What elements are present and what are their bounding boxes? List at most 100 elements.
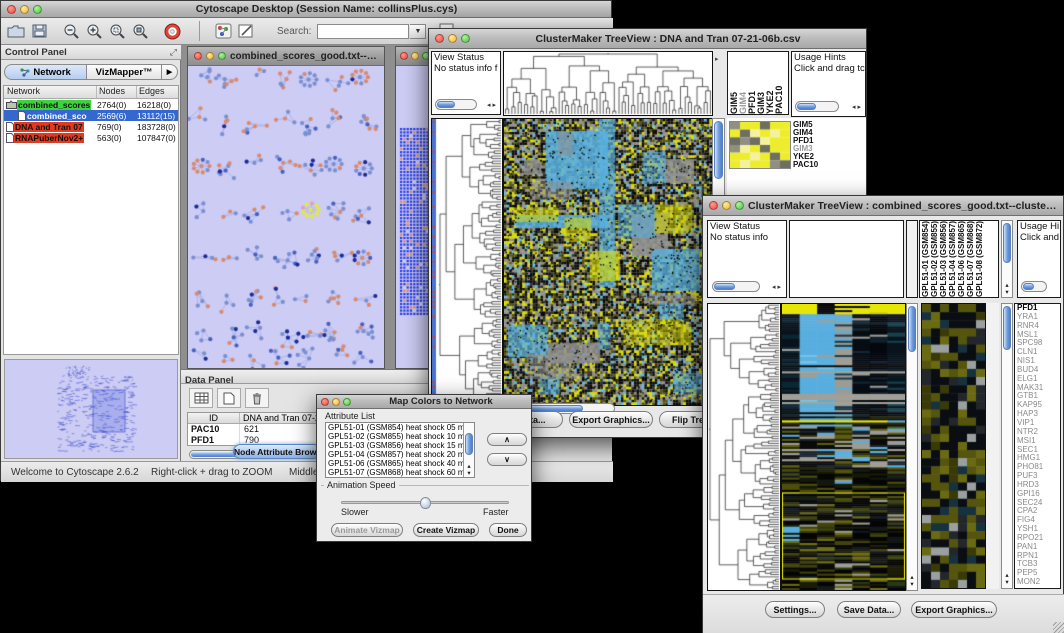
tab-overflow-icon[interactable]: ▶ (162, 64, 178, 80)
zoom-icon[interactable] (33, 5, 42, 14)
float-panel-icon[interactable]: ⤢ (170, 47, 181, 58)
node-attribute-browser-button[interactable]: Node Attribute Brows (233, 444, 321, 459)
treeview1-heatmap[interactable] (503, 118, 713, 406)
view-status-hscrollbar[interactable] (712, 281, 760, 292)
vscroll-arrows-icon[interactable]: ▴▾ (1002, 282, 1012, 296)
zoom-icon[interactable] (343, 398, 351, 406)
treeview1-zoom-heatmap[interactable] (729, 121, 791, 169)
select-attributes-icon[interactable] (189, 388, 213, 408)
vscroll-arrows-icon[interactable]: ▴▾ (907, 574, 917, 588)
zoom-out-icon[interactable] (60, 21, 82, 41)
hscroll-arrows-icon[interactable]: ◂▸ (852, 103, 863, 111)
treeview2-labels-vscrollbar[interactable]: ▴▾ (1001, 220, 1013, 298)
move-down-button[interactable]: ∨ (487, 453, 527, 466)
treeview2-heatmap[interactable] (781, 303, 906, 591)
hscroll-arrows-icon[interactable]: ◂▸ (772, 283, 783, 291)
treeview1-title-bar[interactable]: ClusterMaker TreeView : DNA and Tran 07-… (429, 29, 866, 49)
vscroll-arrows-icon[interactable]: ▴▾ (1002, 572, 1012, 586)
close-icon[interactable] (194, 52, 202, 60)
treeview2-row-dendrogram[interactable] (707, 303, 781, 591)
resize-grip[interactable] (1053, 622, 1064, 633)
minimize-icon[interactable] (332, 398, 340, 406)
minimize-icon[interactable] (411, 52, 419, 60)
network-table-row[interactable]: DNA and Tran 07769(0)183728(0) (4, 121, 178, 132)
close-icon[interactable] (7, 5, 16, 14)
minimize-icon[interactable] (722, 201, 731, 210)
treeview2-settings-button[interactable]: Settings... (765, 601, 825, 618)
minimize-icon[interactable] (206, 52, 214, 60)
treeview2-column-dendrogram-area[interactable] (789, 220, 904, 298)
zoom-fit-icon[interactable] (129, 21, 151, 41)
map-colors-title-bar[interactable]: Map Colors to Network (317, 395, 531, 409)
animation-speed-label: Animation Speed (324, 480, 399, 490)
network-view-title-bar[interactable]: combined_scores_good.txt--cluste... (188, 47, 384, 66)
usage-hints-hscrollbar[interactable] (1021, 281, 1047, 292)
view-status-hscrollbar[interactable] (435, 99, 477, 110)
annotation-icon[interactable] (235, 21, 257, 41)
col-network[interactable]: Network (4, 86, 97, 98)
treeview1-view-status: View Status No status info f ◂▸ (431, 51, 501, 115)
network-view-canvas[interactable] (188, 66, 384, 368)
treeview1-export-graphics-button[interactable]: Export Graphics... (569, 411, 653, 428)
zoom-in-icon[interactable] (83, 21, 105, 41)
id-column-header[interactable]: ID (188, 413, 240, 423)
network-table-row[interactable]: combined_sco2569(6)13112(15) (4, 110, 178, 121)
new-attribute-icon[interactable] (217, 388, 241, 408)
close-icon[interactable] (321, 398, 329, 406)
close-icon[interactable] (709, 201, 718, 210)
treeview2-export-graphics-button[interactable]: Export Graphics... (911, 601, 997, 618)
animation-speed-slider[interactable] (341, 501, 509, 504)
attribute-list-item[interactable]: GPL51-07 (GSM868) heat shock 60 min (328, 469, 474, 478)
zoom-selected-icon[interactable] (106, 21, 128, 41)
minimize-icon[interactable] (448, 34, 457, 43)
treeview2-zoom-heatmap[interactable] (921, 303, 986, 589)
vscroll-arrows-icon[interactable]: ▴▾ (464, 463, 474, 477)
col-nodes[interactable]: Nodes (97, 86, 137, 98)
animate-vizmap-button[interactable]: Animate Vizmap (331, 523, 403, 537)
zoom-icon[interactable] (218, 52, 226, 60)
treeview2-genelist-vscrollbar[interactable]: ▴▾ (1001, 303, 1013, 589)
hscroll-arrows-icon[interactable]: ◂▸ (487, 101, 498, 109)
vizmapper-icon[interactable] (212, 21, 234, 41)
network-table-row[interactable]: combined_scores2764(0)16218(0) (4, 99, 178, 110)
treeview2-save-data-button[interactable]: Save Data... (837, 601, 901, 618)
network-table-rows: combined_scores2764(0)16218(0)combined_s… (4, 99, 178, 143)
treeview1-column-dendrogram[interactable] (503, 51, 713, 116)
network-overview[interactable] (4, 359, 178, 459)
close-icon[interactable] (435, 34, 444, 43)
file-icon (6, 122, 14, 132)
save-icon[interactable] (28, 21, 50, 41)
edges-count: 16218(0) (137, 100, 178, 110)
network-table-row[interactable]: RNAPuberNov2+563(0)107847(0) (4, 132, 178, 143)
side-scroll-arrow-icon[interactable]: ▸ (715, 55, 719, 63)
search-input[interactable] (317, 24, 409, 39)
gene-label[interactable]: MON2 (1017, 578, 1060, 587)
tab-network[interactable]: Network (4, 64, 87, 80)
tab-vizmapper[interactable]: VizMapper™ (87, 64, 162, 80)
control-panel: Control Panel ⤢ Network VizMapper™ ▶ (1, 45, 181, 461)
treeview2-title-bar[interactable]: ClusterMaker TreeView : combined_scores_… (703, 196, 1063, 216)
open-folder-icon[interactable] (5, 21, 27, 41)
close-icon[interactable] (400, 52, 408, 60)
slider-thumb[interactable] (420, 497, 431, 509)
search-dropdown-icon[interactable]: ▼ (410, 24, 426, 39)
move-up-button[interactable]: ∧ (487, 433, 527, 446)
attribute-listbox[interactable]: GPL51-01 (GSM854) heat shock 05 minGPL51… (325, 422, 475, 478)
usage-hints-hscrollbar[interactable] (795, 101, 839, 112)
attribute-list-vscrollbar[interactable]: ▴▾ (463, 423, 474, 477)
zoom-icon[interactable] (735, 201, 744, 210)
treeview2-heatmap-vscrollbar[interactable]: ▴▾ (906, 303, 918, 591)
attribute-table-row[interactable]: PAC10621 (188, 424, 336, 435)
col-edges[interactable]: Edges (137, 86, 178, 98)
create-vizmap-button[interactable]: Create Vizmap (413, 523, 479, 537)
map-colors-dialog: Map Colors to Network Attribute List GPL… (316, 394, 532, 542)
minimize-icon[interactable] (20, 5, 29, 14)
main-title-bar[interactable]: Cytoscape Desktop (Session Name: collins… (1, 1, 611, 18)
delete-attribute-icon[interactable] (245, 388, 269, 408)
zoom-icon[interactable] (461, 34, 470, 43)
done-button[interactable]: Done (489, 523, 527, 537)
treeview2-column-labels: GPL51-01 (GSM854)GPL51-02 (GSM855)GPL51-… (919, 220, 999, 298)
treeview1-row-dendrogram[interactable] (431, 118, 503, 406)
help-lifebuoy-icon[interactable] (161, 21, 183, 41)
treeview2-gene-list[interactable]: PFD1YRA1RNR4MSL1SPC98CLN1NIS1BUD4ELG1MAK… (1014, 303, 1061, 589)
